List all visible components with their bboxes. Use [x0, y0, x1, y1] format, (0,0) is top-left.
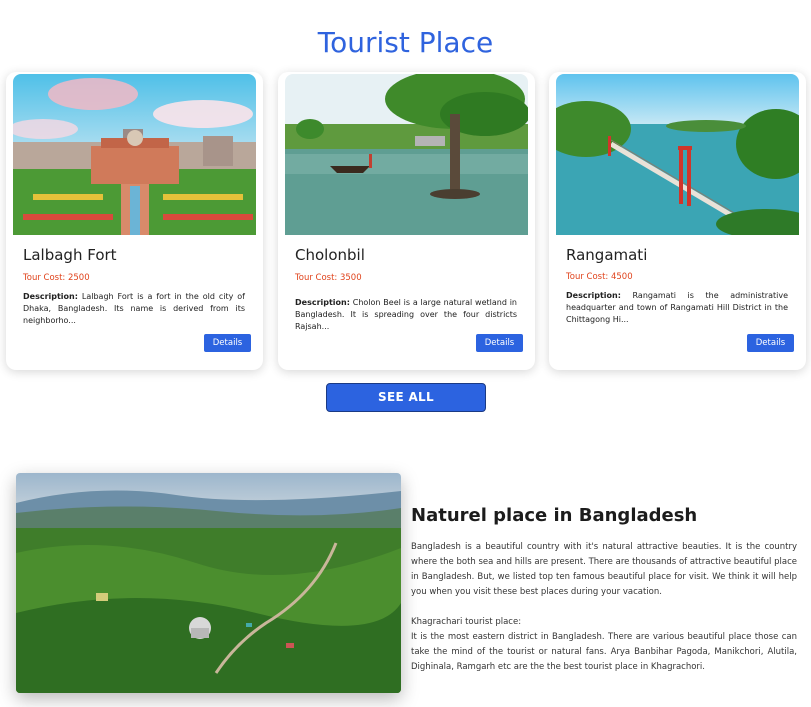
place-card-lalbagh: Lalbagh Fort Tour Cost: 2500 Description… — [6, 72, 263, 370]
place-card-cholonbil: Cholonbil Tour Cost: 3500 Description: C… — [278, 72, 535, 370]
place-name: Rangamati — [566, 246, 648, 264]
nature-section-title: Naturel place in Bangladesh — [411, 505, 698, 526]
lalbagh-fort-photo — [13, 74, 256, 235]
details-button[interactable]: Details — [747, 334, 794, 352]
details-button[interactable]: Details — [204, 334, 251, 352]
rangamati-photo — [556, 74, 799, 235]
khagrachari-text: It is the most eastern district in Bangl… — [411, 632, 797, 672]
khagrachari-paragraph: Khagrachari tourist place: It is the mos… — [411, 615, 797, 675]
tour-cost: Tour Cost: 3500 — [295, 273, 362, 283]
place-card-rangamati: Rangamati Tour Cost: 4500 Description: R… — [549, 72, 806, 370]
place-description: Description: Rangamati is the administra… — [566, 290, 788, 326]
cholonbil-photo — [285, 74, 528, 235]
section-title: Tourist Place — [317, 26, 494, 59]
nature-paragraph: Bangladesh is a beautiful country with i… — [411, 542, 797, 597]
description-label: Description: — [295, 298, 350, 307]
khagrachari-heading: Khagrachari tourist place: — [411, 617, 522, 627]
khagrachari-hills-photo — [16, 473, 401, 693]
description-label: Description: — [23, 292, 78, 301]
tour-cost: Tour Cost: 2500 — [23, 273, 90, 283]
tour-cost: Tour Cost: 4500 — [566, 272, 633, 282]
place-description: Description: Lalbagh Fort is a fort in t… — [23, 291, 245, 327]
place-name: Lalbagh Fort — [23, 246, 117, 264]
details-button[interactable]: Details — [476, 334, 523, 352]
place-description: Description: Cholon Beel is a large natu… — [295, 297, 517, 333]
see-all-button[interactable]: SEE ALL — [326, 383, 486, 412]
place-name: Cholonbil — [295, 246, 365, 264]
description-label: Description: — [566, 291, 621, 300]
